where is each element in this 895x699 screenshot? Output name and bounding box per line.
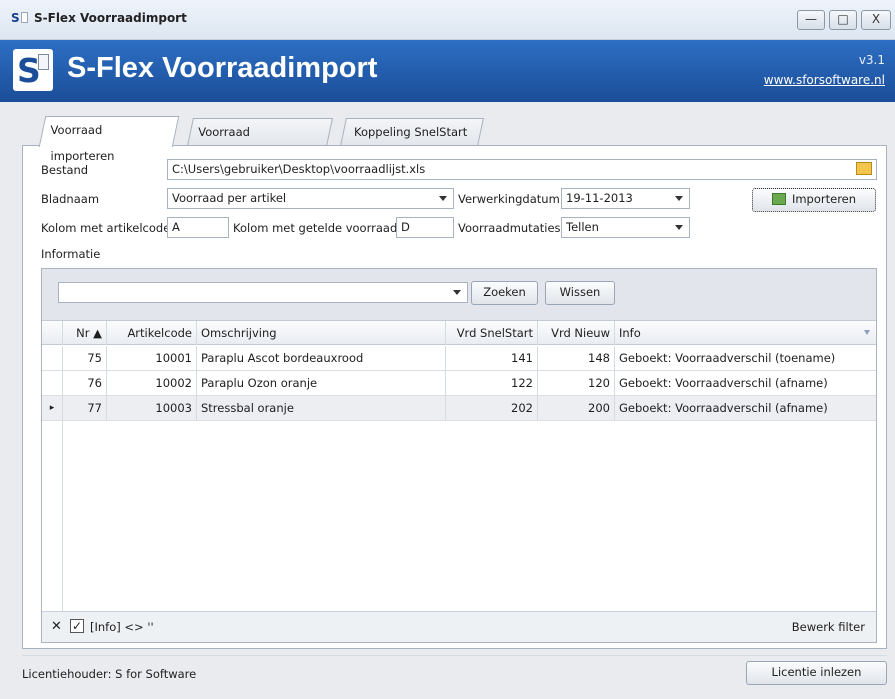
row-indicator-column bbox=[42, 421, 63, 611]
window-title: S-Flex Voorraadimport bbox=[34, 11, 187, 25]
chevron-down-icon bbox=[675, 196, 683, 201]
grid-header: Nr ▲ Artikelcode Omschrijving Vrd SnelSt… bbox=[42, 321, 876, 345]
grid-search-bar: Zoeken Wissen bbox=[42, 269, 876, 321]
filter-expression: [Info] <> '' bbox=[90, 620, 154, 634]
cell-vrd-nieuw: 120 bbox=[538, 371, 615, 395]
verwerkingdatum-dropdown[interactable]: 19-11-2013 bbox=[561, 188, 690, 209]
app-icon: S bbox=[11, 11, 28, 25]
grid-filter-bar: ✕ ✓ [Info] <> '' Bewerk filter bbox=[42, 611, 876, 642]
cell-omschrijving: Paraplu Ascot bordeauxrood bbox=[197, 346, 446, 370]
wissen-button[interactable]: Wissen bbox=[545, 281, 615, 305]
cell-omschrijving: Stressbal oranje bbox=[197, 396, 446, 420]
row-indicator bbox=[42, 346, 63, 370]
importeren-button[interactable]: Importeren bbox=[752, 188, 876, 212]
kolom-voorraad-field[interactable]: D bbox=[396, 217, 454, 238]
cell-vrd-nieuw: 200 bbox=[538, 396, 615, 420]
bladnaam-label: Bladnaam bbox=[41, 192, 100, 206]
minimize-button[interactable]: — bbox=[797, 10, 825, 30]
row-indicator bbox=[42, 371, 63, 395]
licentie-inlezen-button[interactable]: Licentie inlezen bbox=[746, 661, 887, 685]
voorraadmutaties-dropdown[interactable]: Tellen bbox=[561, 217, 690, 238]
column-header-info[interactable]: Info bbox=[615, 321, 876, 345]
kolom-artikelcode-label: Kolom met artikelcode bbox=[41, 221, 171, 235]
cell-vrd-snelstart: 141 bbox=[446, 346, 538, 370]
tab-voorraad-exporteren[interactable]: Voorraad exporteren bbox=[187, 118, 333, 165]
licentiehouder-text: Licentiehouder: S for Software bbox=[22, 667, 197, 681]
filter-icon[interactable] bbox=[864, 330, 870, 335]
column-header-omschrijving[interactable]: Omschrijving bbox=[197, 321, 446, 345]
table-row[interactable]: 76 10002 Paraplu Ozon oranje 122 120 Geb… bbox=[42, 371, 876, 396]
import-icon bbox=[771, 193, 786, 205]
chevron-down-icon bbox=[453, 290, 461, 295]
folder-open-icon[interactable] bbox=[856, 162, 872, 175]
bestand-field[interactable]: C:\Users\gebruiker\Desktop\voorraadlijst… bbox=[167, 159, 877, 180]
verwerkingdatum-label: Verwerkingdatum bbox=[458, 192, 560, 206]
status-divider bbox=[22, 655, 887, 656]
logo: S bbox=[13, 49, 53, 91]
version-label: v3.1 bbox=[858, 53, 885, 67]
table-row[interactable]: 75 10001 Paraplu Ascot bordeauxrood 141 … bbox=[42, 346, 876, 371]
website-link[interactable]: www.sforsoftware.nl bbox=[764, 73, 885, 87]
cell-info: Geboekt: Voorraadverschil (toename) bbox=[619, 351, 836, 365]
cell-artikelcode: 10001 bbox=[107, 346, 197, 370]
cell-info: Geboekt: Voorraadverschil (afname) bbox=[619, 401, 828, 415]
cell-artikelcode: 10003 bbox=[107, 396, 197, 420]
grid-search-input[interactable] bbox=[58, 282, 468, 303]
kolom-artikelcode-field[interactable]: A bbox=[167, 217, 229, 238]
cell-nr: 76 bbox=[63, 371, 107, 395]
cell-artikelcode: 10002 bbox=[107, 371, 197, 395]
row-indicator-header bbox=[42, 321, 63, 345]
filter-enabled-checkbox[interactable]: ✓ bbox=[70, 619, 84, 633]
maximize-button[interactable]: □ bbox=[829, 10, 857, 30]
kolom-voorraad-label: Kolom met getelde voorraad bbox=[233, 221, 398, 235]
cell-vrd-nieuw: 148 bbox=[538, 346, 615, 370]
current-row-icon: ▸ bbox=[42, 396, 63, 420]
zoeken-button[interactable]: Zoeken bbox=[471, 281, 538, 305]
header-banner: S S-Flex Voorraadimport v3.1 www.sforsof… bbox=[0, 40, 895, 102]
bladnaam-dropdown[interactable]: Voorraad per artikel bbox=[167, 188, 454, 209]
cell-omschrijving: Paraplu Ozon oranje bbox=[197, 371, 446, 395]
bewerk-filter-link[interactable]: Bewerk filter bbox=[792, 620, 865, 634]
chevron-down-icon bbox=[439, 196, 447, 201]
tab-voorraad-importeren[interactable]: Voorraad importeren bbox=[38, 116, 180, 163]
table-row-selected[interactable]: ▸ 77 10003 Stressbal oranje 202 200 Gebo… bbox=[42, 396, 876, 421]
column-header-vrd-nieuw[interactable]: Vrd Nieuw bbox=[538, 321, 615, 345]
cell-vrd-snelstart: 202 bbox=[446, 396, 538, 420]
chevron-down-icon bbox=[675, 225, 683, 230]
cell-info: Geboekt: Voorraadverschil (afname) bbox=[619, 376, 828, 390]
app-title: S-Flex Voorraadimport bbox=[67, 52, 378, 84]
column-header-vrd-snelstart[interactable]: Vrd SnelStart bbox=[446, 321, 538, 345]
results-grid: Zoeken Wissen Nr ▲ Artikelcode Omschrijv… bbox=[41, 268, 877, 643]
column-header-nr[interactable]: Nr ▲ bbox=[63, 321, 107, 345]
clear-filter-icon[interactable]: ✕ bbox=[51, 619, 62, 634]
column-header-artikelcode[interactable]: Artikelcode bbox=[107, 321, 197, 345]
title-bar: S S-Flex Voorraadimport — □ X bbox=[0, 0, 895, 40]
close-button[interactable]: X bbox=[861, 10, 891, 30]
tab-koppeling-snelstart[interactable]: Koppeling SnelStart bbox=[340, 118, 484, 146]
voorraadmutaties-label: Voorraadmutaties bbox=[458, 221, 561, 235]
informatie-label: Informatie bbox=[41, 247, 101, 261]
cell-nr: 77 bbox=[63, 396, 107, 420]
cell-nr: 75 bbox=[63, 346, 107, 370]
document-icon bbox=[38, 54, 49, 70]
cell-vrd-snelstart: 122 bbox=[446, 371, 538, 395]
